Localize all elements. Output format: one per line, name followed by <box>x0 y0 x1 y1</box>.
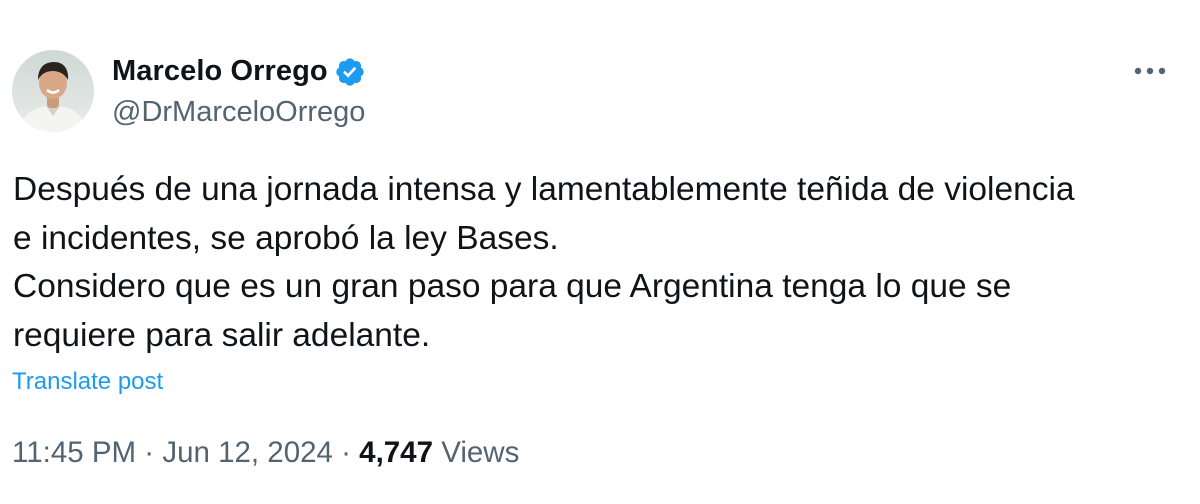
user-handle[interactable]: @DrMarceloOrrego <box>112 96 366 129</box>
views-label: Views <box>441 436 520 469</box>
display-name[interactable]: Marcelo Orrego <box>112 55 328 88</box>
tweet-metadata: 11:45 PM · Jun 12, 2024 · 4,747 Views <box>12 436 519 470</box>
views-count[interactable]: 4,747 <box>359 436 433 470</box>
translate-post-link[interactable]: Translate post <box>12 368 163 396</box>
tweet-card: Marcelo Orrego @DrMarceloOrrego Después … <box>0 0 1200 504</box>
post-time[interactable]: 11:45 PM <box>12 436 136 470</box>
tweet-header: Marcelo Orrego @DrMarceloOrrego <box>12 50 366 132</box>
post-date[interactable]: Jun 12, 2024 <box>162 436 333 470</box>
tweet-text: Después de una jornada intensa y lamenta… <box>13 171 1075 354</box>
author-info: Marcelo Orrego @DrMarceloOrrego <box>112 54 366 129</box>
avatar[interactable] <box>12 50 94 132</box>
meta-separator: · <box>144 436 155 469</box>
more-options-button[interactable] <box>1128 56 1172 86</box>
verified-badge-icon[interactable] <box>334 56 366 88</box>
meta-separator: · <box>341 436 351 469</box>
more-horizontal-icon <box>1134 67 1166 75</box>
name-row: Marcelo Orrego <box>112 54 366 90</box>
